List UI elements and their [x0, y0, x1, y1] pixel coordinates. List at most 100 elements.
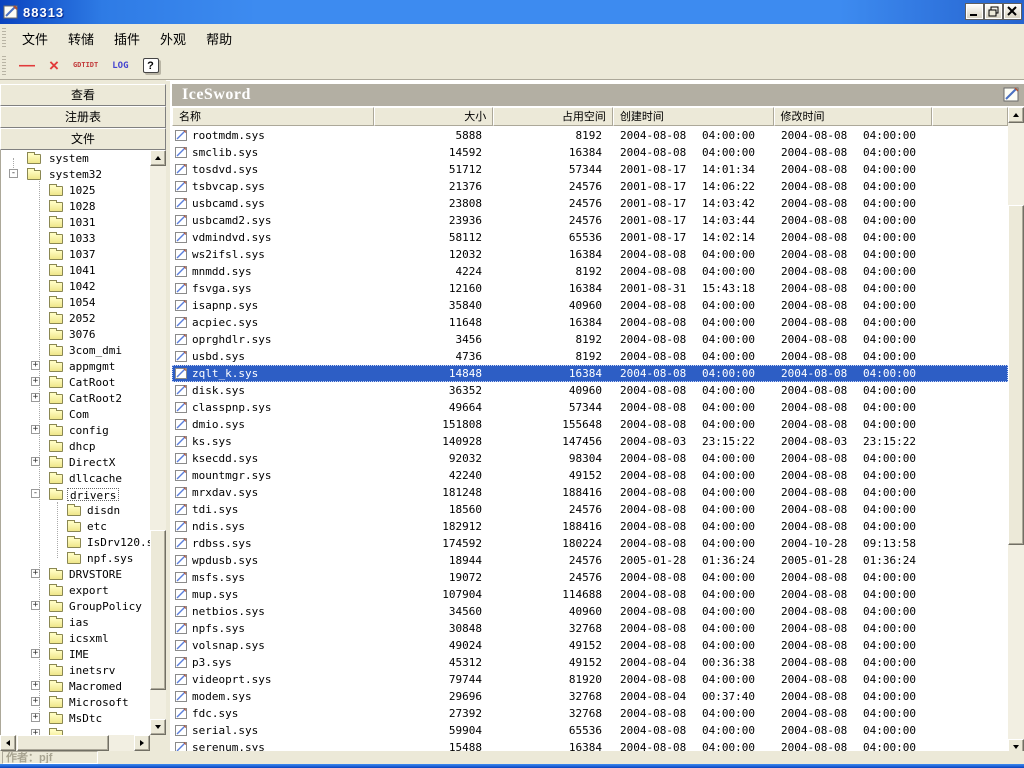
tree-item-export[interactable]: export [1, 582, 166, 598]
expand-icon[interactable]: + [31, 377, 40, 386]
tree-item-system[interactable]: system [1, 150, 166, 166]
file-row-mup.sys[interactable]: mup.sys1079041146882004-08-0804:00:00200… [172, 586, 1008, 603]
tree-item-ias[interactable]: ias [1, 614, 166, 630]
file-row-mrxdav.sys[interactable]: mrxdav.sys1812481884162004-08-0804:00:00… [172, 484, 1008, 501]
file-row-volsnap.sys[interactable]: volsnap.sys49024491522004-08-0804:00:002… [172, 637, 1008, 654]
collapse-icon[interactable]: - [9, 169, 18, 178]
file-row-netbios.sys[interactable]: netbios.sys34560409602004-08-0804:00:002… [172, 603, 1008, 620]
expand-icon[interactable]: + [31, 393, 40, 402]
tree-item-npf.sys[interactable]: npf.sys [1, 550, 166, 566]
tree-item-1028[interactable]: 1028 [1, 198, 166, 214]
tree-item-1041[interactable]: 1041 [1, 262, 166, 278]
tree-hscroll-thumb[interactable] [17, 735, 109, 751]
file-row-fdc.sys[interactable]: fdc.sys27392327682004-08-0804:00:002004-… [172, 705, 1008, 722]
file-row-fsvga.sys[interactable]: fsvga.sys12160163842001-08-3115:43:18200… [172, 280, 1008, 297]
tree-item-system32[interactable]: -system32 [1, 166, 166, 182]
file-row-modem.sys[interactable]: modem.sys29696327682004-08-0400:37:40200… [172, 688, 1008, 705]
expand-icon[interactable]: + [31, 601, 40, 610]
tree-scroll-left-button[interactable] [0, 735, 16, 751]
file-row-zqlt_k.sys[interactable]: zqlt_k.sys14848163842004-08-0804:00:0020… [172, 365, 1008, 382]
tree-scroll-up-button[interactable] [150, 150, 166, 166]
column-header-修改时间[interactable]: 修改时间 [774, 107, 933, 126]
tree-item-1037[interactable]: 1037 [1, 246, 166, 262]
tree-item-CatRoot2[interactable]: +CatRoot2 [1, 390, 166, 406]
file-row-ksecdd.sys[interactable]: ksecdd.sys92032983042004-08-0804:00:0020… [172, 450, 1008, 467]
file-row-mnmdd.sys[interactable]: mnmdd.sys422481922004-08-0804:00:002004-… [172, 263, 1008, 280]
menu-item[interactable]: 转储 [58, 26, 104, 51]
menu-item[interactable]: 帮助 [196, 26, 242, 51]
tree-item-etc[interactable]: etc [1, 518, 166, 534]
delete-tool[interactable]: × [49, 56, 59, 76]
tree-item-1054[interactable]: 1054 [1, 294, 166, 310]
expand-icon[interactable]: + [31, 713, 40, 722]
file-row-vdmindvd.sys[interactable]: vdmindvd.sys58112655362001-08-1714:02:14… [172, 229, 1008, 246]
menu-item[interactable]: 外观 [150, 26, 196, 51]
tree-item-disdn[interactable]: disdn [1, 502, 166, 518]
tree-item-config[interactable]: +config [1, 422, 166, 438]
file-row-tsbvcap.sys[interactable]: tsbvcap.sys21376245762001-08-1714:06:222… [172, 178, 1008, 195]
tree-vertical-scrollbar[interactable] [150, 150, 166, 735]
tree-item-Microsoft[interactable]: +Microsoft [1, 694, 166, 710]
file-row-rdbss.sys[interactable]: rdbss.sys1745921802242004-08-0804:00:002… [172, 535, 1008, 552]
file-row-msfs.sys[interactable]: msfs.sys19072245762004-08-0804:00:002004… [172, 569, 1008, 586]
tree-item-dhcp[interactable]: dhcp [1, 438, 166, 454]
expand-icon[interactable]: + [31, 425, 40, 434]
tree-item-IsDrv120.sy[interactable]: IsDrv120.sy [1, 534, 166, 550]
sidebar-tab-注册表[interactable]: 注册表 [0, 106, 166, 128]
tree-item-1033[interactable]: 1033 [1, 230, 166, 246]
file-row-ks.sys[interactable]: ks.sys1409281474562004-08-0323:15:222004… [172, 433, 1008, 450]
expand-icon[interactable]: + [31, 569, 40, 578]
file-row-tosdvd.sys[interactable]: tosdvd.sys51712573442001-08-1714:01:3420… [172, 161, 1008, 178]
file-row-disk.sys[interactable]: disk.sys36352409602004-08-0804:00:002004… [172, 382, 1008, 399]
minimize-button[interactable] [966, 4, 983, 19]
list-scroll-up-button[interactable] [1008, 107, 1024, 123]
tree-item-DRVSTORE[interactable]: +DRVSTORE [1, 566, 166, 582]
tree-item-GroupPolicy[interactable]: +GroupPolicy [1, 598, 166, 614]
tree-item-1042[interactable]: 1042 [1, 278, 166, 294]
tree-item-dllcache[interactable]: dllcache [1, 470, 166, 486]
tree-scroll-thumb[interactable] [150, 530, 166, 690]
file-row-usbcamd2.sys[interactable]: usbcamd2.sys23936245762001-08-1714:03:44… [172, 212, 1008, 229]
expand-icon[interactable]: + [31, 697, 40, 706]
tree-item-3com_dmi[interactable]: 3com_dmi [1, 342, 166, 358]
file-row-oprghdlr.sys[interactable]: oprghdlr.sys345681922004-08-0804:00:0020… [172, 331, 1008, 348]
column-header-占用空间[interactable]: 占用空间 [493, 107, 613, 126]
collapse-icon[interactable]: - [31, 489, 40, 498]
file-row-usbcamd.sys[interactable]: usbcamd.sys23808245762001-08-1714:03:422… [172, 195, 1008, 212]
tree-item-3076[interactable]: 3076 [1, 326, 166, 342]
tree-item-icsxml[interactable]: icsxml [1, 630, 166, 646]
menu-item[interactable]: 文件 [12, 26, 58, 51]
tree-item-Com[interactable]: Com [1, 406, 166, 422]
column-header-名称[interactable]: 名称 [172, 107, 374, 126]
tree-item-partial[interactable]: + [1, 726, 166, 735]
gdt-idt-tool[interactable]: GDTIDT [73, 62, 98, 69]
tree-item-DirectX[interactable]: +DirectX [1, 454, 166, 470]
file-row-isapnp.sys[interactable]: isapnp.sys35840409602004-08-0804:00:0020… [172, 297, 1008, 314]
tree-item-1025[interactable]: 1025 [1, 182, 166, 198]
list-vertical-scrollbar[interactable] [1008, 107, 1024, 755]
file-row-dmio.sys[interactable]: dmio.sys1518081556482004-08-0804:00:0020… [172, 416, 1008, 433]
expand-icon[interactable]: + [31, 649, 40, 658]
tree-item-MsDtc[interactable]: +MsDtc [1, 710, 166, 726]
tree-scroll-down-button[interactable] [150, 719, 166, 735]
file-row-serial.sys[interactable]: serial.sys59904655362004-08-0804:00:0020… [172, 722, 1008, 739]
file-row-classpnp.sys[interactable]: classpnp.sys49664573442004-08-0804:00:00… [172, 399, 1008, 416]
sidebar-tab-查看[interactable]: 查看 [0, 84, 166, 106]
file-row-ws2ifsl.sys[interactable]: ws2ifsl.sys12032163842004-08-0804:00:002… [172, 246, 1008, 263]
file-row-usbd.sys[interactable]: usbd.sys473681922004-08-0804:00:002004-0… [172, 348, 1008, 365]
close-button[interactable] [1004, 4, 1021, 19]
column-header-blank[interactable] [932, 107, 1008, 126]
file-row-wpdusb.sys[interactable]: wpdusb.sys18944245762005-01-2801:36:2420… [172, 552, 1008, 569]
tree-item-appmgmt[interactable]: +appmgmt [1, 358, 166, 374]
help-tool[interactable]: ? [143, 58, 159, 73]
file-row-videoprt.sys[interactable]: videoprt.sys79744819202004-08-0804:00:00… [172, 671, 1008, 688]
file-row-tdi.sys[interactable]: tdi.sys18560245762004-08-0804:00:002004-… [172, 501, 1008, 518]
file-row-npfs.sys[interactable]: npfs.sys30848327682004-08-0804:00:002004… [172, 620, 1008, 637]
column-header-大小[interactable]: 大小 [374, 107, 494, 126]
tree-item-2052[interactable]: 2052 [1, 310, 166, 326]
menu-item[interactable]: 插件 [104, 26, 150, 51]
column-header-创建时间[interactable]: 创建时间 [613, 107, 774, 126]
terminate-tool[interactable]: — [19, 57, 35, 75]
file-row-rootmdm.sys[interactable]: rootmdm.sys588881922004-08-0804:00:00200… [172, 127, 1008, 144]
tree-item-inetsrv[interactable]: inetsrv [1, 662, 166, 678]
